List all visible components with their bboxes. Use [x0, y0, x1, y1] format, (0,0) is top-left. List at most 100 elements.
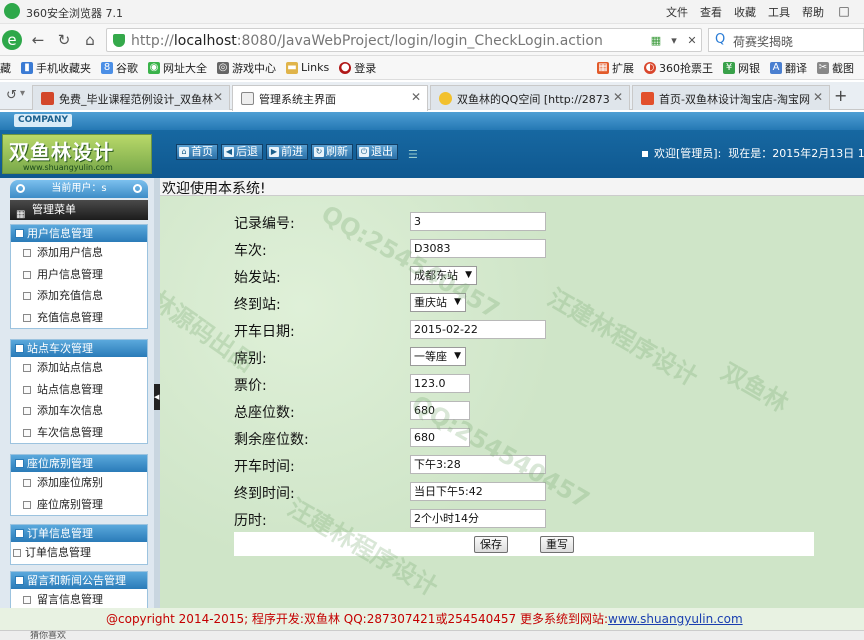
page-icon [23, 249, 31, 257]
bookmark-login[interactable]: ● 登录 [339, 60, 376, 76]
seat-class-select[interactable]: 一等座 ▼ [410, 347, 466, 366]
tab-qq-space[interactable]: 双鱼林的QQ空间 [http://2873 ✕ [430, 85, 630, 110]
gamepad-icon: ◎ [217, 61, 229, 74]
tab-admin-main[interactable]: 管理系统主界面 ✕ [232, 85, 428, 111]
train-no-input[interactable]: D3083 [410, 239, 546, 258]
start-station-select[interactable]: 成都东站 ▼ [410, 266, 477, 285]
app-toolbar: ⌂ 首页 ◀ 后退 ▶ 前进 ↻ 刷新 ⏻ 退出 [176, 144, 398, 160]
home-icon[interactable]: ⌂ [80, 30, 100, 50]
sidebar-item-add-recharge[interactable]: 添加充值信息 [11, 285, 147, 307]
menu-file[interactable]: 文件 [666, 4, 688, 20]
section-header-seat[interactable]: 座位席别管理 [11, 455, 147, 472]
power-icon: ⏻ [359, 147, 369, 157]
main-content: 欢迎使用本系统! 记录编号: 3 车次: D3083 始发站: 成都东站 ▼ 终到… [160, 178, 864, 608]
menu-grid-icon: ▦ [16, 209, 26, 220]
home-button[interactable]: ⌂ 首页 [176, 144, 218, 160]
sidebar-item-recharge-manage[interactable]: 充值信息管理 [11, 307, 147, 329]
bookmark-games[interactable]: ◎ 游戏中心 [217, 60, 276, 76]
depart-date-input[interactable]: 2015-02-22 [410, 320, 546, 339]
sidebar-item-message-manage[interactable]: 留言信息管理 [11, 589, 147, 608]
sidebar-item-user-manage[interactable]: 用户信息管理 [11, 264, 147, 286]
total-seats-input[interactable]: 680 [410, 401, 470, 420]
arrive-time-input[interactable]: 当日下午5:42 [410, 482, 546, 501]
app-header: COMPANY 双鱼林设计 www.shuangyulin.com ⌂ 首页 ◀ 后… [0, 112, 864, 178]
menu-tools[interactable]: 工具 [768, 4, 790, 20]
taobao-favicon-icon [641, 92, 654, 105]
grid-icon[interactable]: ▦ [649, 34, 663, 48]
bookmark-ticket[interactable]: ◐ 360抢票王 [644, 60, 713, 76]
bookmark-translate[interactable]: A 翻译 [770, 60, 807, 76]
close-tab-icon[interactable]: ✕ [613, 90, 623, 104]
tab-list-icon[interactable]: ▾ [20, 88, 25, 99]
sidebar-item-add-user[interactable]: 添加用户信息 [11, 242, 147, 264]
page-footer: @copyright 2014-2015; 程序开发:双鱼林 QQ:287307… [0, 608, 864, 630]
page-icon [13, 549, 21, 557]
section-header-station[interactable]: 站点车次管理 [11, 340, 147, 357]
close-tab-icon[interactable]: ✕ [411, 90, 421, 104]
back-button[interactable]: ◀ 后退 [221, 144, 263, 160]
header-strip [0, 112, 864, 130]
depart-time-input[interactable]: 下午3:28 [410, 455, 546, 474]
sidebar-item-add-seat[interactable]: 添加座位席别 [11, 472, 147, 494]
sidebar-item-order-manage[interactable]: 订单信息管理 [11, 542, 147, 564]
globe-icon: ◉ [148, 61, 160, 74]
footer-website-link[interactable]: www.shuangyulin.com [608, 612, 743, 626]
bookmark-sites[interactable]: ◉ 网址大全 [148, 60, 207, 76]
record-id-input[interactable]: 3 [410, 212, 546, 231]
bookmark-screenshot[interactable]: ✂ 截图 [817, 60, 854, 76]
left-arrow-icon: ◀ [224, 147, 234, 157]
price-input[interactable]: 123.0 [410, 374, 470, 393]
end-station-select[interactable]: 重庆站 ▼ [410, 293, 466, 312]
bookmark-google[interactable]: 8 谷歌 [101, 60, 138, 76]
browser-title: 360安全浏览器 7.1 [26, 7, 123, 20]
search-box[interactable]: Q 荷赛奖揭晓 [708, 28, 864, 52]
section-station: 站点车次管理 添加站点信息 站点信息管理 添加车次信息 车次信息管理 [10, 339, 148, 444]
bookmark-collect[interactable]: 藏 [0, 60, 11, 76]
logout-button[interactable]: ⏻ 退出 [356, 144, 398, 160]
bullet-icon [642, 151, 648, 157]
section-header-order[interactable]: 订单信息管理 [11, 525, 147, 542]
section-header-user[interactable]: 用户信息管理 [11, 225, 147, 242]
menu-view[interactable]: 查看 [700, 4, 722, 20]
menu-favorites[interactable]: 收藏 [734, 4, 756, 20]
section-seat: 座位席别管理 添加座位席别 座位席别管理 [10, 454, 148, 516]
sidebar-item-seat-manage[interactable]: 座位席别管理 [11, 494, 147, 516]
dropdown-icon[interactable]: ▾ [667, 34, 681, 48]
back-arrow-icon[interactable]: ← [28, 30, 48, 50]
bookmark-bank[interactable]: ¥ 网银 [723, 60, 760, 76]
bookmark-links[interactable]: ▬ Links [286, 61, 329, 74]
forward-button[interactable]: ▶ 前进 [266, 144, 308, 160]
browser-menu-bar: 文件 查看 收藏 工具 帮助 [666, 4, 824, 20]
current-user-bar: 当前用户：s [10, 180, 148, 198]
url-input[interactable]: http://localhost:8080/JavaWebProject/log… [106, 28, 702, 52]
minimize-icon[interactable]: – [806, 1, 830, 21]
address-bar: e ← ↻ ⌂ http://localhost:8080/JavaWebPro… [0, 24, 864, 56]
sidebar-item-station-manage[interactable]: 站点信息管理 [11, 379, 147, 401]
form-button-bar: 保存 重写 [234, 532, 814, 556]
duration-input[interactable]: 2个小时14分 [410, 509, 546, 528]
restore-tab-icon[interactable]: ↺ [6, 88, 17, 103]
reset-button[interactable]: 重写 [540, 536, 574, 553]
remaining-seats-input[interactable]: 680 [410, 428, 470, 447]
browser-title-bar: 360安全浏览器 7.1 文件 查看 收藏 工具 帮助 – □ [0, 0, 864, 24]
tab-taobao[interactable]: 首页-双鱼林设计淘宝店-淘宝网 ✕ [632, 85, 830, 110]
refresh-button[interactable]: ↻ 刷新 [311, 144, 353, 160]
bookmark-mobile[interactable]: ▮ 手机收藏夹 [21, 60, 91, 76]
close-url-icon[interactable]: ✕ [685, 34, 699, 48]
restore-icon[interactable]: □ [832, 1, 856, 21]
chevron-down-icon: ▼ [465, 270, 472, 280]
sidebar-item-add-station[interactable]: 添加站点信息 [11, 357, 147, 379]
bookmark-extensions[interactable]: ▦ 扩展 [597, 60, 634, 76]
section-order: 订单信息管理 订单信息管理 [10, 524, 148, 565]
sidebar-item-train-manage[interactable]: 车次信息管理 [11, 422, 147, 444]
save-button[interactable]: 保存 [474, 536, 508, 553]
browser-home-logo-icon[interactable]: e [2, 30, 22, 50]
close-tab-icon[interactable]: ✕ [813, 90, 823, 104]
tab-course[interactable]: 免费_毕业课程范例设计_双鱼林 ✕ [32, 85, 230, 110]
sidebar-item-add-train[interactable]: 添加车次信息 [11, 400, 147, 422]
section-header-message[interactable]: 留言和新闻公告管理 [11, 572, 147, 589]
page-icon [23, 364, 31, 372]
close-tab-icon[interactable]: ✕ [213, 90, 223, 104]
new-tab-icon[interactable]: + [834, 86, 847, 105]
reload-icon[interactable]: ↻ [54, 30, 74, 50]
